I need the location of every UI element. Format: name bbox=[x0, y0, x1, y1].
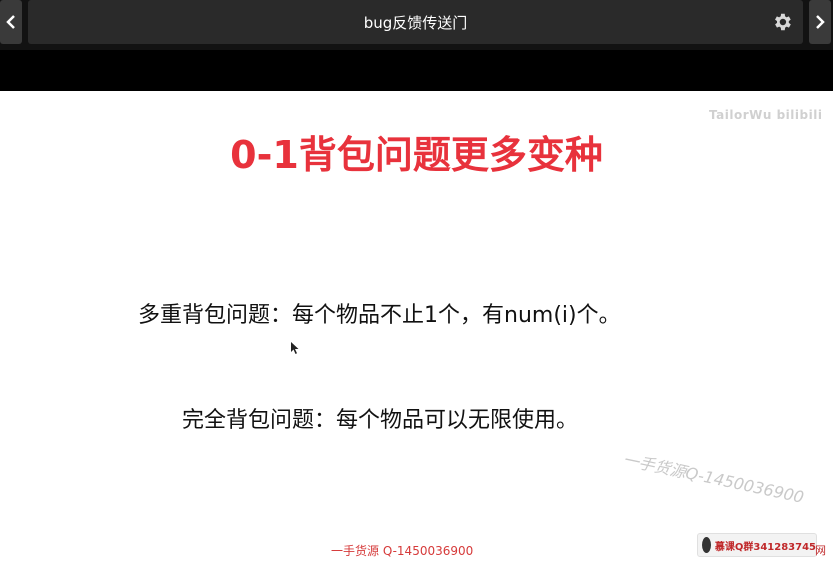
watermark-badge: 慕课Q群341283745 bbox=[697, 533, 817, 557]
next-button[interactable] bbox=[809, 0, 831, 44]
slide-line-multiple-knapsack: 多重背包问题：每个物品不止1个，有num(i)个。 bbox=[138, 303, 621, 328]
badge-suffix: 网 bbox=[815, 544, 826, 557]
badge-logo-icon bbox=[702, 537, 711, 553]
settings-button[interactable] bbox=[771, 11, 793, 33]
gear-icon bbox=[775, 13, 791, 31]
badge-text: 慕课Q群341283745 bbox=[714, 541, 816, 553]
watermark-top-right: TailorWu bilibili bbox=[709, 108, 823, 122]
mouse-cursor-icon bbox=[291, 342, 299, 354]
title-bar[interactable]: bug反馈传送门 bbox=[28, 0, 803, 44]
prev-button[interactable] bbox=[0, 0, 22, 44]
slide-title: 0-1背包问题更多变种 bbox=[230, 133, 603, 177]
top-toolbar: bug反馈传送门 bbox=[0, 0, 833, 50]
watermark-diagonal: 一手货源Q-1450036900 bbox=[621, 449, 806, 507]
chevron-right-icon bbox=[816, 15, 825, 29]
page-title[interactable]: bug反馈传送门 bbox=[364, 12, 468, 33]
video-slide[interactable]: TailorWu bilibili 0-1背包问题更多变种 多重背包问题：每个物… bbox=[0, 91, 833, 564]
chevron-left-icon bbox=[6, 15, 15, 29]
watermark-bottom: 一手货源 Q-1450036900 bbox=[331, 544, 474, 558]
slide-line-complete-knapsack: 完全背包问题：每个物品可以无限使用。 bbox=[182, 408, 579, 433]
